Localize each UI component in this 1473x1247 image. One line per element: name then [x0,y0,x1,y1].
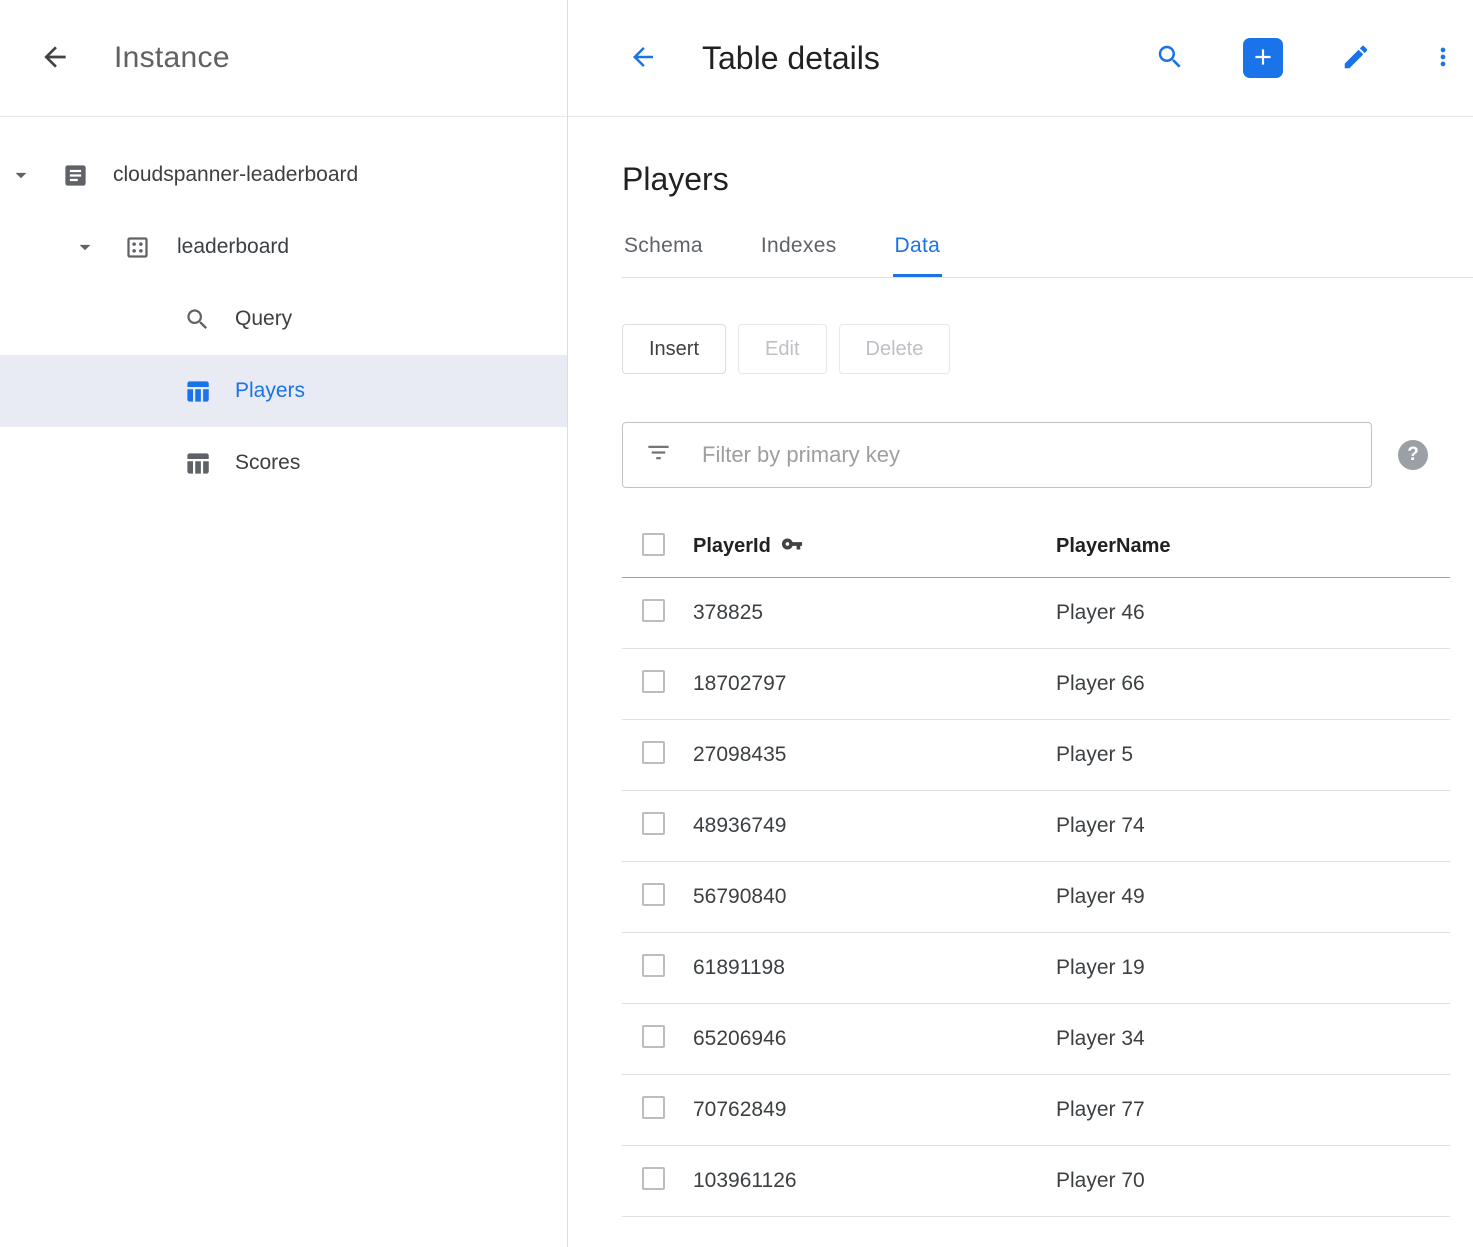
cell-player-id: 103961126 [693,1169,1056,1193]
table-row: 65206946 Player 34 [622,1004,1450,1075]
column-header-playerid: PlayerId [693,533,1056,561]
search-icon [184,306,211,333]
instance-icon [62,162,89,189]
table-row: 61891198 Player 19 [622,933,1450,1004]
chevron-down-icon[interactable] [8,162,34,188]
pencil-icon [1341,42,1371,75]
row-checkbox[interactable] [642,883,665,906]
main-header: Table details [568,0,1473,117]
row-checkbox[interactable] [642,1096,665,1119]
sidebar-item-label: Scores [235,451,300,475]
header-back-button[interactable] [628,42,658,75]
sidebar-item-scores[interactable]: Scores [0,427,567,499]
sidebar-item-players[interactable]: Players [0,355,567,427]
main-panel: Table details [568,0,1473,1247]
cell-player-id: 18702797 [693,672,1056,696]
help-icon[interactable]: ? [1398,440,1428,470]
table-details-content: Players Schema Indexes Data Insert Edit … [568,117,1473,1217]
row-checkbox[interactable] [642,812,665,835]
column-header-playername: PlayerName [1056,535,1450,558]
app-window: Instance cloudspanner-leaderboard l [0,0,1473,1247]
cell-player-name: Player 5 [1056,743,1450,767]
filter-box [622,422,1372,488]
back-arrow-icon [628,42,658,75]
table-row: 70762849 Player 77 [622,1075,1450,1146]
cell-player-id: 65206946 [693,1027,1056,1051]
sidebar-item-query[interactable]: Query [0,283,567,355]
row-checkbox[interactable] [642,599,665,622]
object-tree: cloudspanner-leaderboard leaderboard Que… [0,117,567,499]
select-all-checkbox[interactable] [642,533,665,556]
tab-data[interactable]: Data [893,234,943,277]
sidebar-back-button[interactable] [38,41,72,75]
table-row: 378825 Player 46 [622,578,1450,649]
table-row: 18702797 Player 66 [622,649,1450,720]
delete-row-button[interactable]: Delete [839,324,951,374]
cell-player-id: 27098435 [693,743,1056,767]
sidebar-title: Instance [114,41,230,75]
cell-player-name: Player 66 [1056,672,1450,696]
search-icon [1155,42,1185,75]
cell-player-name: Player 46 [1056,601,1450,625]
tree-node-label: cloudspanner-leaderboard [113,163,358,187]
row-checkbox[interactable] [642,954,665,977]
chevron-down-icon[interactable] [72,234,98,260]
cell-player-id: 61891198 [693,956,1056,980]
table-icon [184,450,211,477]
cell-player-name: Player 49 [1056,885,1450,909]
search-button[interactable] [1155,42,1185,75]
tree-node-instance[interactable]: cloudspanner-leaderboard [0,139,567,211]
table-icon [184,378,211,405]
insert-record-button[interactable] [1243,38,1283,78]
table-name-title: Players [622,161,1473,198]
edit-button[interactable] [1341,42,1371,75]
table-header-row: PlayerId PlayerName [622,516,1450,578]
cell-player-name: Player 74 [1056,814,1450,838]
tree-node-label: leaderboard [177,235,289,259]
sidebar-item-label: Query [235,307,292,331]
table-row: 48936749 Player 74 [622,791,1450,862]
data-table: PlayerId PlayerName 378825 Player 46 187… [622,516,1450,1217]
insert-button[interactable]: Insert [622,324,726,374]
page-header-title: Table details [702,40,880,77]
vertical-dots-icon [1429,43,1457,74]
primary-key-icon [781,538,803,560]
database-icon [124,234,151,261]
table-row: 27098435 Player 5 [622,720,1450,791]
filter-input[interactable] [700,441,1349,469]
cell-player-name: Player 19 [1056,956,1450,980]
back-arrow-icon [39,41,71,76]
cell-player-id: 56790840 [693,885,1056,909]
tab-schema[interactable]: Schema [622,234,705,277]
sidebar: Instance cloudspanner-leaderboard l [0,0,568,1247]
cell-player-id: 48936749 [693,814,1056,838]
sidebar-header: Instance [0,0,567,117]
cell-player-id: 378825 [693,601,1056,625]
plus-icon [1250,44,1276,73]
row-checkbox[interactable] [642,1025,665,1048]
cell-player-id: 70762849 [693,1098,1056,1122]
table-row: 103961126 Player 70 [622,1146,1450,1217]
cell-player-name: Player 70 [1056,1169,1450,1193]
cell-player-name: Player 34 [1056,1027,1450,1051]
tab-bar: Schema Indexes Data [622,234,1473,278]
table-body: 378825 Player 46 18702797 Player 66 2709… [622,578,1450,1217]
table-row: 56790840 Player 49 [622,862,1450,933]
edit-row-button[interactable]: Edit [738,324,826,374]
sidebar-item-label: Players [235,379,305,403]
filter-row: ? [622,422,1473,488]
row-actions-toolbar: Insert Edit Delete [622,324,1473,374]
tab-indexes[interactable]: Indexes [759,234,839,277]
header-actions [1155,38,1457,78]
overflow-menu-button[interactable] [1429,43,1457,74]
tree-node-database[interactable]: leaderboard [0,211,567,283]
row-checkbox[interactable] [642,1167,665,1190]
cell-player-name: Player 77 [1056,1098,1450,1122]
row-checkbox[interactable] [642,670,665,693]
filter-list-icon [645,439,672,471]
row-checkbox[interactable] [642,741,665,764]
